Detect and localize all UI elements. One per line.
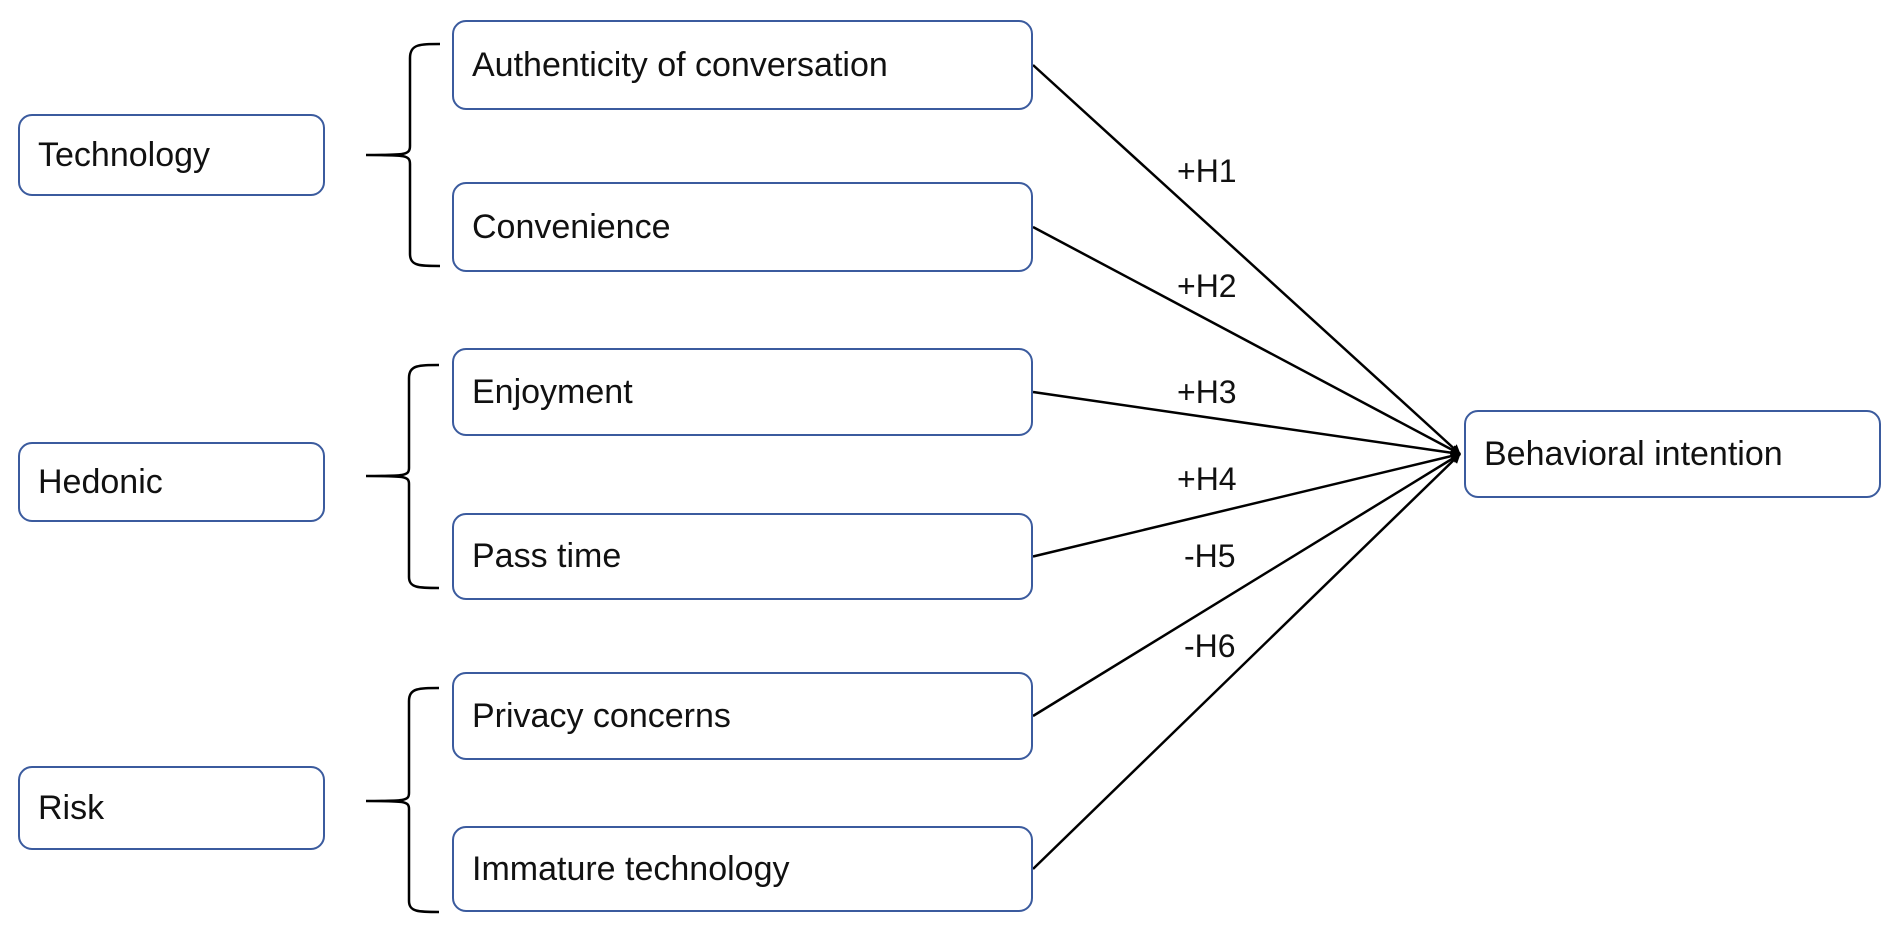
factor-label: Privacy concerns (472, 696, 731, 735)
category-technology: Technology (18, 114, 325, 196)
hypothesis-label-h1: +H1 (1177, 153, 1237, 189)
hypothesis-label-h6: -H6 (1184, 628, 1236, 664)
hypothesis-arrow-h5 (1032, 452, 1461, 718)
bracket-technology (365, 42, 441, 268)
factor-label: Authenticity of conversation (472, 45, 888, 84)
factor-label: Pass time (472, 537, 622, 575)
hypothesis-label-h4: +H4 (1177, 461, 1237, 497)
category-hedonic: Hedonic (18, 442, 325, 522)
hypothesis-arrow-h6 (1032, 453, 1461, 870)
hypothesis-label-h5: -H5 (1184, 538, 1236, 574)
hypothesis-arrow-h3 (1032, 390, 1461, 458)
factor-label: Convenience (472, 207, 671, 246)
outcome-behavioral-intention: Behavioral intention (1464, 410, 1881, 498)
category-label: Risk (38, 788, 105, 827)
factor-enjoyment: Enjoyment (452, 348, 1033, 436)
factor-label: Enjoyment (472, 372, 633, 411)
factor-immature: Immature technology (452, 826, 1033, 912)
hypothesis-label-h2: +H2 (1177, 268, 1237, 304)
hypothesis-label-h3: +H3 (1177, 374, 1237, 410)
category-risk: Risk (18, 766, 325, 850)
factor-convenience: Convenience (452, 182, 1033, 272)
factor-authenticity: Authenticity of conversation (452, 20, 1033, 110)
category-label: Hedonic (38, 462, 163, 501)
hypothesis-arrow-h1 (1032, 64, 1461, 455)
factor-label: Immature technology (472, 849, 790, 888)
factor-privacy: Privacy concerns (452, 672, 1033, 760)
factor-pass-time: Pass time (452, 513, 1033, 600)
category-label: Technology (38, 135, 211, 174)
hypothesis-arrow-h4 (1032, 451, 1461, 558)
bracket-hedonic (365, 363, 440, 590)
outcome-label: Behavioral intention (1484, 434, 1783, 473)
bracket-risk (365, 686, 440, 914)
